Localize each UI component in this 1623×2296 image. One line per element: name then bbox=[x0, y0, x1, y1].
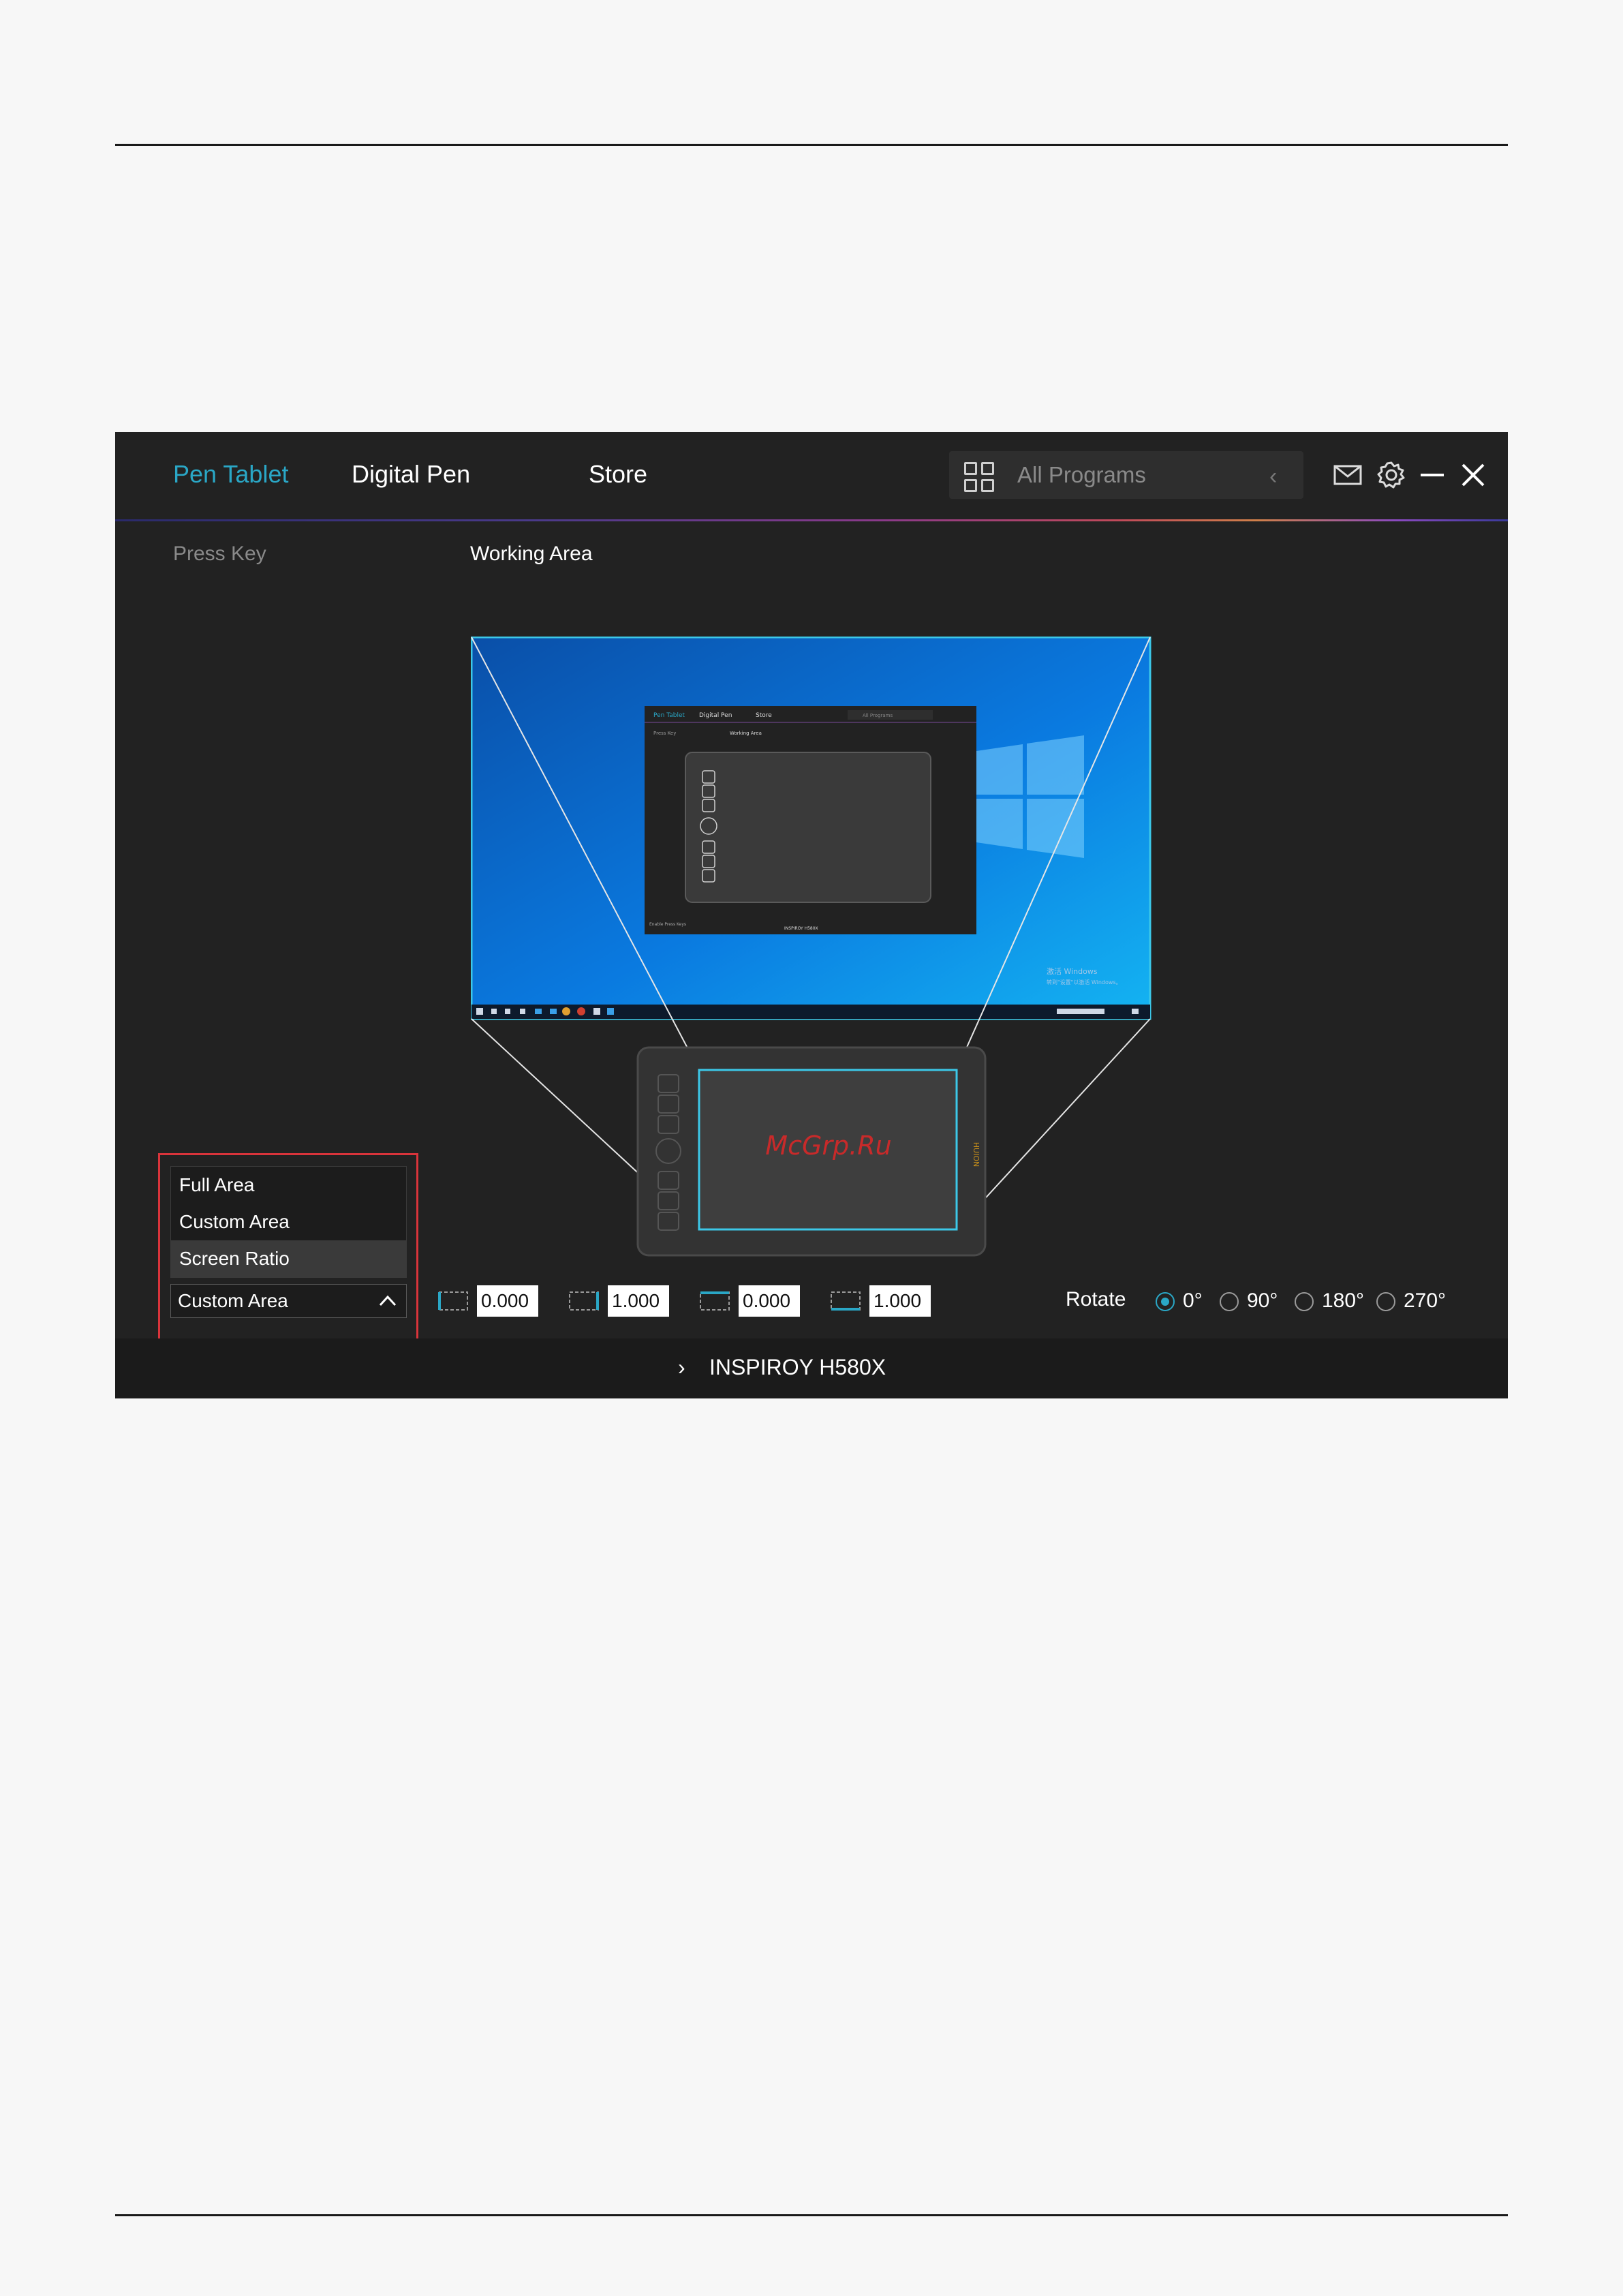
svg-text:Store: Store bbox=[756, 712, 772, 719]
program-selector-label: All Programs bbox=[1017, 462, 1146, 487]
coord-bottom-input[interactable]: 1.000 bbox=[869, 1285, 931, 1317]
left-edge-icon bbox=[438, 1291, 468, 1311]
tab-pen-tablet[interactable]: Pen Tablet bbox=[173, 459, 288, 489]
device-name: INSPIROY H580X bbox=[709, 1355, 886, 1379]
svg-text:All Programs: All Programs bbox=[863, 713, 893, 718]
dropdown-option-screen-ratio[interactable]: Screen Ratio bbox=[171, 1240, 406, 1277]
svg-text:INSPIROY H580X: INSPIROY H580X bbox=[784, 926, 818, 931]
coord-top-input[interactable]: 0.000 bbox=[739, 1285, 800, 1317]
rotate-90-label: 90° bbox=[1247, 1289, 1278, 1312]
subnav-working-area[interactable]: Working Area bbox=[470, 542, 593, 566]
top-rule bbox=[115, 144, 1508, 146]
svg-text:Working Area: Working Area bbox=[730, 731, 762, 736]
gear-icon[interactable] bbox=[1376, 459, 1407, 491]
top-bar: Pen Tablet Digital Pen Store All Program… bbox=[115, 432, 1508, 521]
dropdown-option-full-area[interactable]: Full Area bbox=[171, 1167, 406, 1204]
coord-right-input[interactable]: 1.000 bbox=[608, 1285, 669, 1317]
tab-digital-pen[interactable]: Digital Pen bbox=[352, 459, 470, 489]
svg-text:激活 Windows: 激活 Windows bbox=[1047, 966, 1098, 976]
area-mode-select[interactable]: Custom Area bbox=[170, 1284, 407, 1318]
rotate-180-label: 180° bbox=[1322, 1289, 1365, 1312]
device-footer[interactable]: › INSPIROY H580X bbox=[115, 1338, 1508, 1398]
program-selector[interactable]: All Programs ‹ bbox=[949, 451, 1303, 499]
right-edge-icon bbox=[569, 1291, 599, 1311]
grid-icon bbox=[964, 462, 995, 493]
chevron-up-icon bbox=[379, 1295, 397, 1306]
mail-icon[interactable] bbox=[1332, 459, 1363, 491]
area-mode-value: Custom Area bbox=[178, 1290, 288, 1311]
top-edge-icon bbox=[700, 1291, 730, 1311]
area-dropdown-menu: Full Area Custom Area Screen Ratio bbox=[170, 1166, 407, 1278]
rotate-label: Rotate bbox=[1066, 1288, 1126, 1311]
subnav-press-key[interactable]: Press Key bbox=[173, 542, 266, 566]
accent-line bbox=[115, 519, 1508, 521]
minimize-icon[interactable] bbox=[1417, 459, 1448, 491]
chevron-right-icon: › bbox=[678, 1355, 685, 1379]
dropdown-option-custom-area[interactable]: Custom Area bbox=[171, 1204, 406, 1240]
bottom-edge-icon bbox=[831, 1291, 861, 1311]
svg-text:Enable Press Keys: Enable Press Keys bbox=[649, 922, 686, 927]
close-icon[interactable] bbox=[1457, 459, 1489, 491]
rotate-0-label: 0° bbox=[1183, 1289, 1203, 1312]
svg-text:HUION: HUION bbox=[972, 1142, 980, 1167]
watermark: McGrp.Ru bbox=[765, 1131, 891, 1161]
svg-text:Pen Tablet: Pen Tablet bbox=[653, 712, 685, 719]
bottom-rule bbox=[115, 2214, 1508, 2216]
driver-window: Pen Tablet Digital Pen Store All Program… bbox=[115, 432, 1508, 1398]
chevron-left-icon[interactable]: ‹ bbox=[1269, 463, 1277, 490]
svg-text:转到"设置"以激活 Windows。: 转到"设置"以激活 Windows。 bbox=[1047, 979, 1122, 985]
radio-icon bbox=[1295, 1292, 1314, 1311]
taskbar bbox=[472, 1005, 1150, 1019]
working-area-preview: 激活 Windows 转到"设置"以激活 Windows。 Pen Tablet… bbox=[471, 637, 1151, 1257]
rotate-270-label: 270° bbox=[1404, 1289, 1447, 1312]
svg-text:Digital Pen: Digital Pen bbox=[699, 712, 732, 719]
radio-icon bbox=[1376, 1292, 1395, 1311]
radio-icon bbox=[1220, 1292, 1239, 1311]
radio-selected-icon bbox=[1156, 1292, 1175, 1311]
tab-store[interactable]: Store bbox=[589, 459, 647, 489]
coord-left-input[interactable]: 0.000 bbox=[477, 1285, 538, 1317]
svg-text:Press Key: Press Key bbox=[653, 731, 676, 736]
